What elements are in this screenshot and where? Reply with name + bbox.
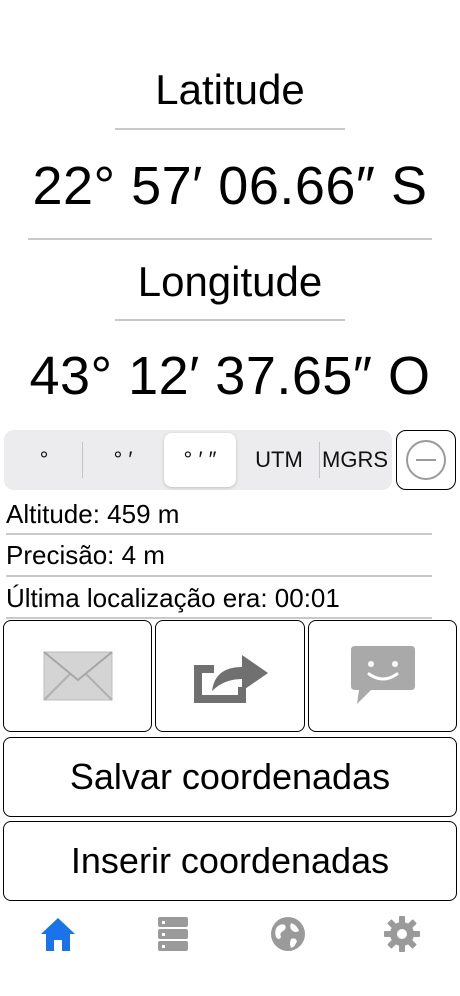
chat-bubble-icon bbox=[350, 646, 415, 704]
gear-icon bbox=[384, 916, 420, 952]
tab-settings[interactable] bbox=[372, 912, 432, 956]
share-icon bbox=[194, 655, 268, 703]
format-segmented-control: ° ° ′ ° ′ ″ UTM MGRS bbox=[4, 430, 392, 490]
tab-home[interactable] bbox=[28, 912, 88, 956]
divider bbox=[6, 575, 432, 577]
envelope-icon bbox=[42, 651, 113, 701]
format-option-degrees[interactable]: ° bbox=[7, 433, 81, 487]
divider bbox=[6, 617, 432, 619]
longitude-label-underline bbox=[115, 319, 345, 321]
minus-circle-icon bbox=[406, 440, 446, 480]
format-option-utm[interactable]: UTM bbox=[240, 433, 318, 487]
longitude-label: Longitude bbox=[137, 258, 323, 305]
message-button[interactable] bbox=[308, 620, 457, 732]
email-button[interactable] bbox=[3, 620, 152, 732]
last-location-text: Última localização era: 00:01 bbox=[6, 583, 340, 613]
home-icon bbox=[41, 918, 75, 951]
precision-text: Precisão: 4 m bbox=[6, 540, 165, 570]
insert-coordinates-button[interactable]: Inserir coordenadas bbox=[3, 821, 457, 901]
divider bbox=[6, 533, 432, 535]
latitude-label-underline bbox=[115, 128, 345, 130]
segment-separator bbox=[82, 442, 83, 478]
altitude-text: Altitude: 459 m bbox=[6, 499, 180, 529]
globe-icon bbox=[271, 917, 305, 951]
save-coordinates-button[interactable]: Salvar coordenadas bbox=[3, 737, 457, 817]
tab-list[interactable] bbox=[143, 912, 203, 956]
tab-globe[interactable] bbox=[258, 912, 318, 956]
divider bbox=[28, 238, 432, 240]
format-option-degrees-minutes-seconds[interactable]: ° ′ ″ bbox=[164, 433, 236, 487]
latitude-label: Latitude bbox=[155, 66, 305, 113]
longitude-value: 43° 12′ 37.65″ O bbox=[29, 346, 431, 406]
list-icon bbox=[158, 917, 188, 951]
app-screen: Latitude 22° 57′ 06.66″ S Longitude 43° … bbox=[0, 0, 460, 996]
remove-button[interactable] bbox=[396, 430, 456, 490]
format-option-degrees-minutes[interactable]: ° ′ bbox=[84, 433, 162, 487]
format-option-mgrs[interactable]: MGRS bbox=[320, 433, 390, 487]
tab-bar bbox=[0, 902, 460, 996]
share-button[interactable] bbox=[155, 620, 305, 732]
latitude-value: 22° 57′ 06.66″ S bbox=[32, 156, 428, 216]
